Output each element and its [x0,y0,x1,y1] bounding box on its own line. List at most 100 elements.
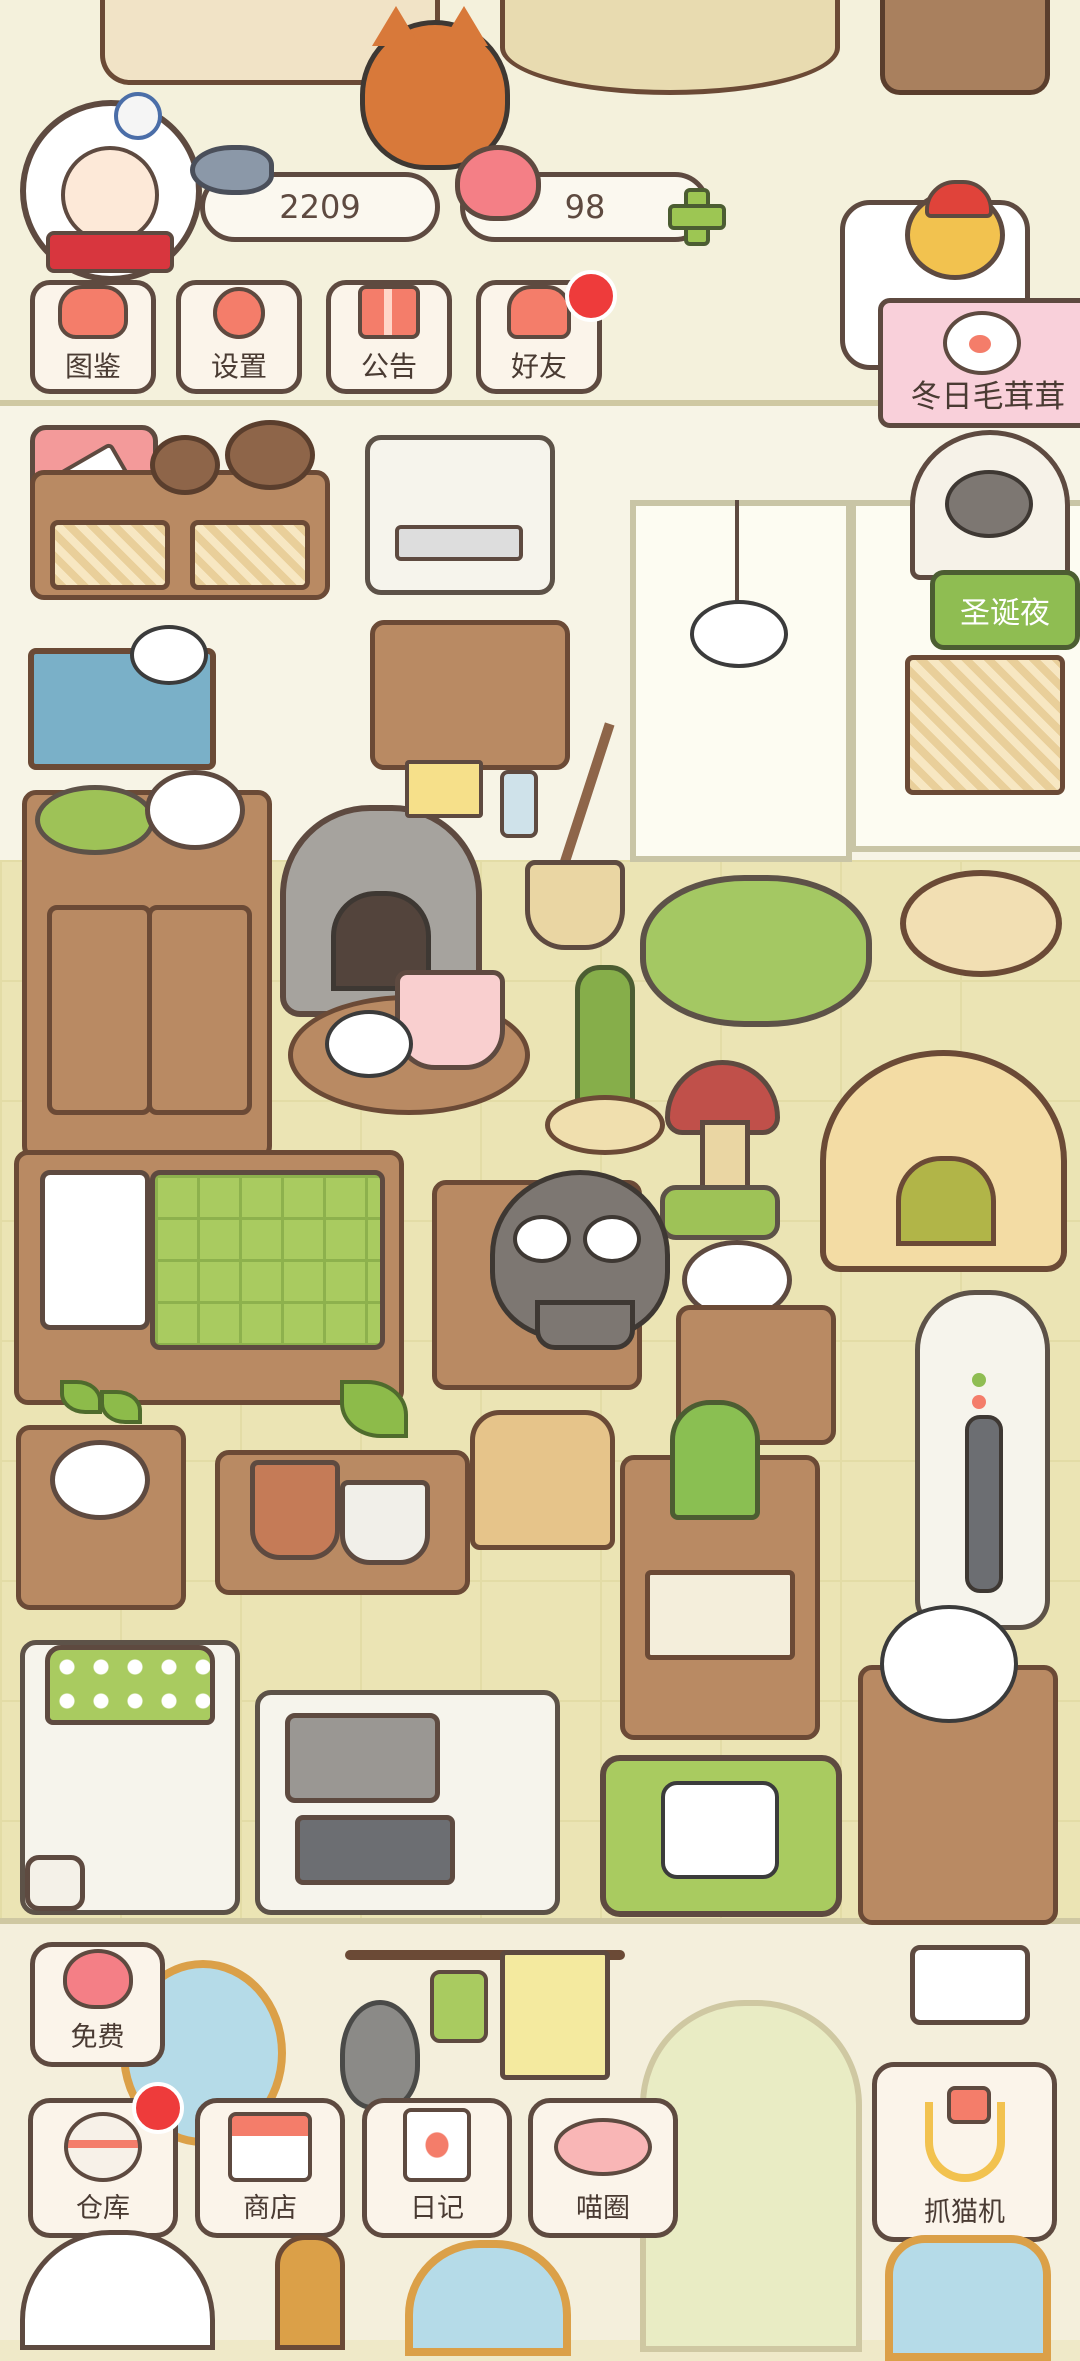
ladle[interactable] [340,2000,420,2110]
mushroom-base [660,1185,780,1240]
coin-count: 2209 [279,188,361,226]
avatar-face [61,146,159,244]
claw-head-icon [946,2086,991,2124]
plus-icon-bar [668,204,726,230]
rattan-basket [50,520,170,590]
paw-icon [943,311,1021,375]
warehouse-label: 仓库 [76,2193,130,2224]
claw-machine-button[interactable]: 抓猫机 [872,2062,1057,2242]
panda-rug[interactable] [600,1755,842,1917]
sailor-hat-icon [114,92,162,140]
diary-label: 日记 [410,2193,464,2224]
microwave[interactable] [365,435,555,595]
plate-stack[interactable] [145,770,245,850]
microwave-door [395,525,523,561]
fish-icon [190,145,274,195]
round-table-upper[interactable] [500,0,840,95]
gear-icon [213,287,265,339]
cat-head-icon [58,285,128,339]
bed-pillow [40,1170,150,1330]
glasses-icon-right [583,1215,641,1263]
chair-upper[interactable] [880,0,1050,95]
player-avatar[interactable] [20,92,202,282]
menu-notice-button[interactable]: 公告 [326,280,452,394]
soap-bottle [500,770,538,838]
winter-event-banner[interactable]: 冬日毛茸茸 [878,298,1080,428]
claw-machine-label: 抓猫机 [924,2197,1005,2228]
sprout-bowl[interactable] [50,1440,150,1520]
shop-label: 商店 [243,2193,297,2224]
clay-pot[interactable] [150,435,220,495]
rug-panda-face [661,1781,779,1879]
hanging-panda-ornament[interactable] [690,600,788,668]
clay-pot-large[interactable] [225,420,315,490]
cat-ear-icon [372,6,420,46]
clover-rug[interactable] [640,875,872,1027]
claw-machine-top [910,1945,1030,2025]
panda-plush-table[interactable] [325,1010,413,1078]
sink-cabinet[interactable] [370,620,570,770]
oven-door [295,1815,455,1885]
cat-circle-button[interactable]: 喵圈 [528,2098,678,2238]
oven-mitt[interactable] [430,1970,488,2043]
warehouse-notification-badge [132,2082,184,2134]
shelf-items [645,1570,795,1660]
diary-button[interactable]: 日记 [362,2098,512,2238]
grey-cat-legs [535,1300,635,1350]
cat-ear-icon [440,6,488,46]
husky-cat-face [945,470,1033,538]
free-button[interactable]: 免费 [30,1942,165,2067]
menu-settings-label: 设置 [210,350,267,383]
christmas-eve-tag[interactable]: 圣诞夜 [930,570,1080,650]
shop-icon [228,2112,312,2182]
storage-pot-icon [64,2112,142,2182]
free-label: 免费 [70,2022,125,2053]
gift-icon [358,285,420,339]
bed-blanket [150,1170,385,1350]
tea-cup[interactable] [395,970,505,1070]
cat-bowl[interactable] [900,870,1062,977]
lower-lamp [275,2235,345,2350]
planet-cat-icon [554,2118,652,2176]
camera-mode-button[interactable] [25,1855,85,1911]
event-banner-title: 冬日毛茸茸 [910,379,1066,415]
kitchen-stove-counter[interactable] [255,1690,560,1915]
towel-yellow [405,760,483,818]
broom[interactable] [525,860,625,950]
friends-icon [507,285,571,339]
green-cake[interactable] [35,785,155,855]
heart-icon [455,145,541,221]
panda-plush-large[interactable] [880,1605,1018,1723]
menu-handbook-button[interactable]: 图鉴 [30,280,156,394]
wall-rattan-cabinet[interactable] [905,655,1065,795]
rattan-basket [190,520,310,590]
wooden-chair[interactable] [470,1410,615,1550]
menu-friends-label: 好友 [510,350,567,383]
status-light-green [972,1373,986,1387]
status-light-red [972,1395,986,1409]
paw-pad [969,335,991,353]
wall-window [630,500,852,862]
cabinet-door-right [147,905,252,1115]
diary-icon [403,2108,471,2182]
cat-circle-label: 喵圈 [576,2193,630,2224]
monstera-pot[interactable] [340,1480,430,1565]
air-purifier[interactable] [915,1290,1050,1630]
shop-button[interactable]: 商店 [195,2098,345,2238]
heart-count: 98 [564,188,606,226]
hanging-towel[interactable] [500,1950,610,2080]
scratcher-base [545,1095,665,1155]
panda-plush-small[interactable] [130,625,208,685]
polka-dot-cover [45,1645,215,1725]
cactus-pot[interactable] [250,1460,340,1560]
add-hearts-button[interactable] [668,188,726,246]
cabinet-door-left [47,905,152,1115]
christmas-eve-label: 圣诞夜 [960,596,1050,631]
snake-plant[interactable] [670,1400,760,1520]
menu-settings-button[interactable]: 设置 [176,280,302,394]
purifier-window [965,1415,1003,1593]
straw-cat-house[interactable] [820,1050,1067,1272]
heart-icon [62,1949,133,2009]
cooktop [285,1713,440,1803]
cat-house-door [896,1156,996,1246]
